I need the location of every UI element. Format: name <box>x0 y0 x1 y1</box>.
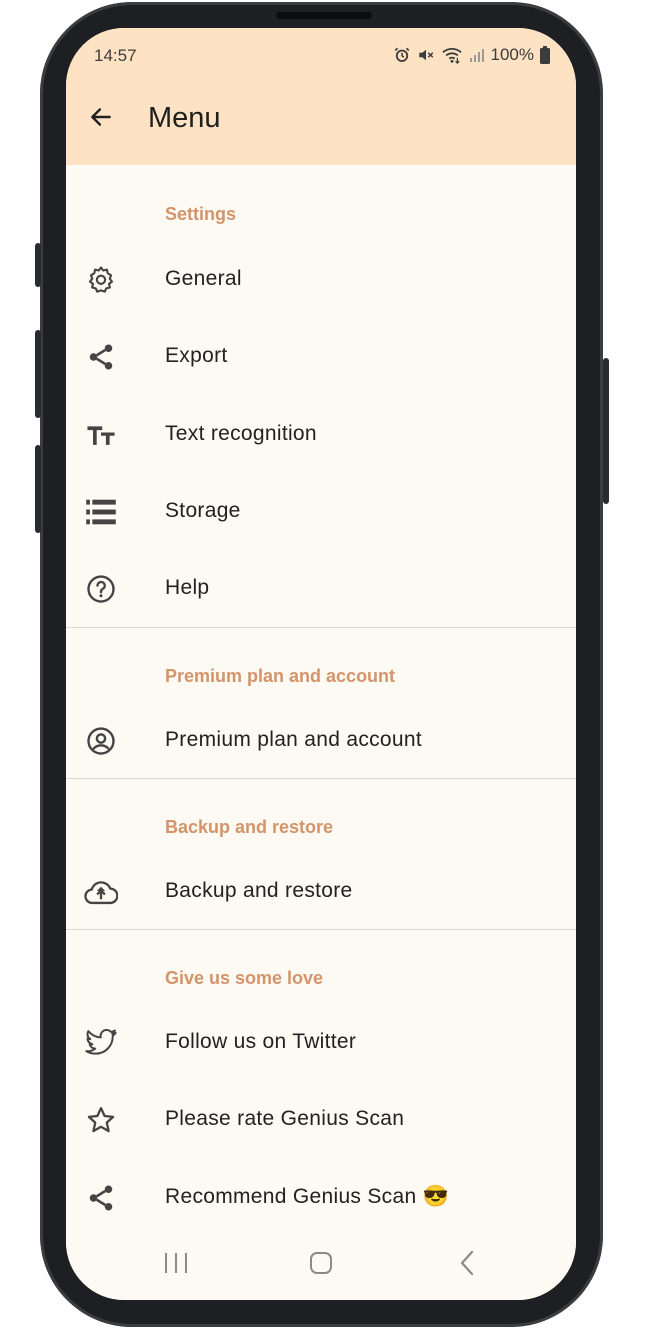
page-title: Menu <box>148 102 221 134</box>
wifi-icon <box>441 46 463 64</box>
menu-item-label: Please rate Genius Scan <box>165 1107 405 1130</box>
help-icon <box>84 572 118 606</box>
menu-item-premium-account[interactable]: Premium plan and account <box>66 702 576 778</box>
system-nav-bar <box>66 1228 576 1300</box>
home-icon[interactable] <box>301 1246 341 1280</box>
back-icon[interactable] <box>447 1246 487 1280</box>
status-time: 14:57 <box>94 46 137 65</box>
share-icon <box>84 340 118 374</box>
menu-item-recommend[interactable]: Recommend Genius Scan 😎 <box>66 1159 576 1235</box>
storage-icon <box>84 495 118 529</box>
power-button <box>603 358 609 504</box>
section-title-settings: Settings <box>165 204 237 224</box>
twitter-icon <box>84 1026 118 1060</box>
alarm-icon <box>393 46 411 64</box>
account-icon <box>84 724 118 758</box>
text-size-icon <box>84 418 118 452</box>
menu-item-label: Text recognition <box>165 422 317 445</box>
cloud-upload-icon <box>84 875 118 909</box>
section-title-backup: Backup and restore <box>165 817 334 837</box>
status-icons: 100% <box>393 42 550 68</box>
menu-item-label: Storage <box>165 499 241 522</box>
divider <box>66 929 576 930</box>
speaker-grill <box>276 12 372 19</box>
menu-item-label: General <box>165 267 242 290</box>
arrow-left-icon[interactable] <box>86 102 116 132</box>
mute-icon <box>417 46 435 64</box>
battery-text: 100% <box>490 45 534 64</box>
menu-item-label: Recommend Genius Scan 😎 <box>165 1185 450 1208</box>
menu-item-general[interactable]: General <box>66 241 576 317</box>
volume-down-button <box>35 445 41 533</box>
divider <box>66 778 576 779</box>
recents-icon[interactable] <box>156 1246 196 1280</box>
section-title-premium: Premium plan and account <box>165 666 396 686</box>
menu-item-rate[interactable]: Please rate Genius Scan <box>66 1081 576 1157</box>
menu-item-label: Follow us on Twitter <box>165 1030 357 1053</box>
gear-icon <box>84 263 118 297</box>
divider <box>66 627 576 628</box>
menu-item-label: Premium plan and account <box>165 728 423 751</box>
battery-icon <box>540 46 550 64</box>
section-title-love: Give us some love <box>165 968 324 988</box>
side-button <box>35 243 41 287</box>
menu-item-export[interactable]: Export <box>66 318 576 394</box>
menu-item-text-recognition[interactable]: Text recognition <box>66 396 576 472</box>
share-icon <box>84 1181 118 1215</box>
menu-item-backup-restore[interactable]: Backup and restore <box>66 853 576 929</box>
menu-item-help[interactable]: Help <box>66 550 576 626</box>
menu-item-twitter[interactable]: Follow us on Twitter <box>66 1004 576 1080</box>
menu-item-label: Export <box>165 344 228 367</box>
volume-up-button <box>35 330 41 418</box>
menu-item-label: Backup and restore <box>165 879 353 902</box>
menu-item-label: Help <box>165 576 210 599</box>
screen: 14:57 100% Menu Settings General Export … <box>66 28 576 1300</box>
signal-icon <box>469 47 485 63</box>
star-icon <box>84 1103 118 1137</box>
app-bar: 14:57 100% Menu <box>66 28 576 165</box>
menu-item-storage[interactable]: Storage <box>66 473 576 549</box>
